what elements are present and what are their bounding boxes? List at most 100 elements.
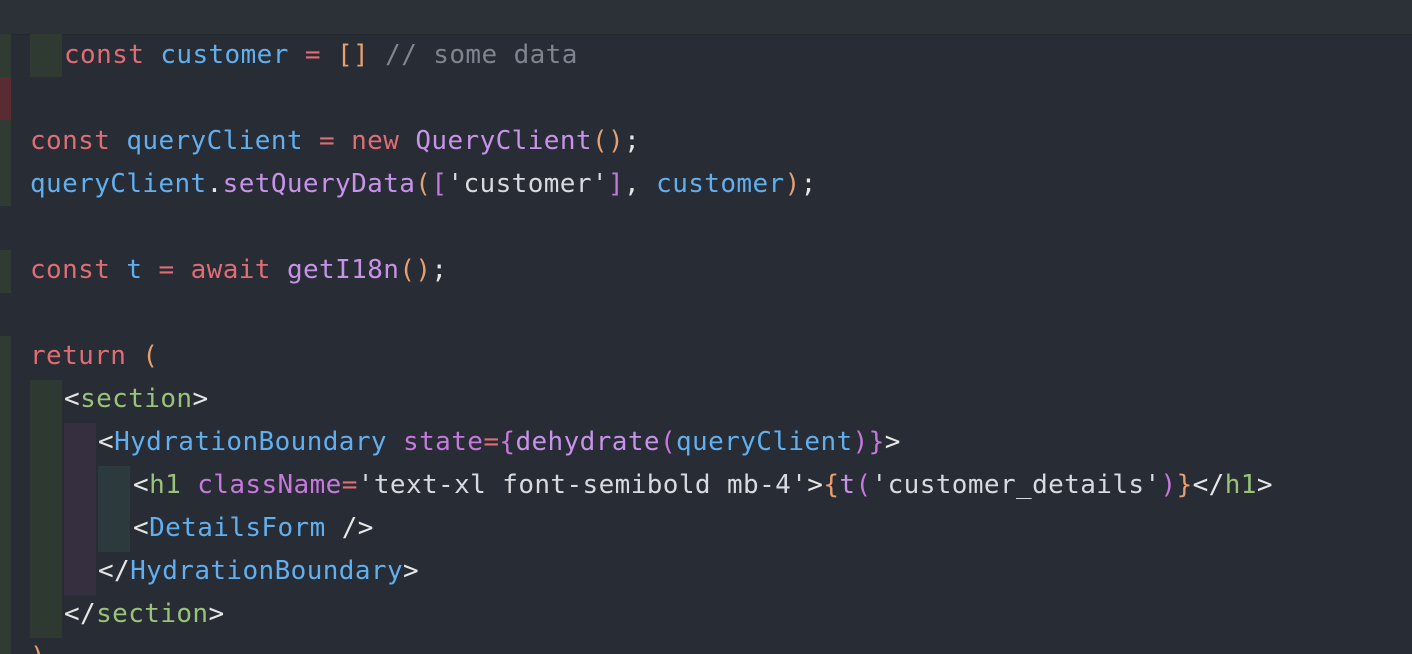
editor-top-bar <box>0 0 1412 35</box>
code-token: [] <box>336 40 370 70</box>
code-token: ; <box>431 255 448 285</box>
code-token: ) <box>852 427 869 457</box>
code-line[interactable]: ) <box>0 636 1412 654</box>
code-token: () <box>591 126 625 156</box>
code-line-text: </section> <box>64 593 225 636</box>
code-token: { <box>499 427 516 457</box>
code-token: = <box>158 255 175 285</box>
code-token: </ <box>1192 470 1225 500</box>
code-line-text: queryClient.setQueryData(['customer'], c… <box>30 163 817 206</box>
code-token: queryClient <box>30 169 207 199</box>
code-token: } <box>868 427 885 457</box>
code-token: const <box>30 126 111 156</box>
code-line[interactable] <box>0 206 1412 249</box>
code-line[interactable]: <DetailsForm /> <box>0 507 1412 550</box>
code-token: const <box>64 40 145 70</box>
code-token: { <box>823 470 840 500</box>
code-line[interactable] <box>0 77 1412 120</box>
code-token: < <box>98 427 115 457</box>
code-token: </ <box>64 599 97 629</box>
code-token: . <box>206 169 223 199</box>
code-editor[interactable]: const customer = [] // some data const qu… <box>0 0 1412 654</box>
code-token: > <box>403 556 420 586</box>
code-line-text: ) <box>30 636 46 654</box>
code-token: = <box>483 427 500 457</box>
code-line-text: <section> <box>64 378 209 421</box>
code-token: const <box>30 255 111 285</box>
code-token: ( <box>415 169 432 199</box>
code-token: ] <box>607 169 625 199</box>
code-token: () <box>399 255 432 285</box>
code-token: className <box>197 470 342 500</box>
code-token: ( <box>855 470 872 500</box>
code-token: getI18n <box>286 255 400 285</box>
code-line[interactable]: <h1 className='text-xl font-semibold mb-… <box>0 464 1412 507</box>
code-token: customer <box>160 40 289 70</box>
code-line-text: </HydrationBoundary> <box>98 550 419 593</box>
code-token: QueryClient <box>415 126 592 156</box>
code-line[interactable]: return ( <box>0 335 1412 378</box>
code-line[interactable]: const queryClient = new QueryClient(); <box>0 120 1412 163</box>
code-token: new <box>351 126 400 156</box>
code-token: 'text-xl font-semibold mb-4' <box>357 470 808 500</box>
code-token: ) <box>1160 470 1177 500</box>
code-line[interactable]: queryClient.setQueryData(['customer'], c… <box>0 163 1412 206</box>
code-token: > <box>192 384 209 414</box>
code-token: ) <box>784 169 801 199</box>
code-line[interactable]: </section> <box>0 593 1412 636</box>
code-line-text: const queryClient = new QueryClient(); <box>30 120 640 163</box>
code-token: t <box>839 470 856 500</box>
code-token: dehydrate <box>515 427 660 457</box>
code-token: = <box>319 126 336 156</box>
code-token: </ <box>98 556 131 586</box>
code-token: , <box>624 169 657 199</box>
code-token: = <box>341 470 358 500</box>
code-line[interactable] <box>0 292 1412 335</box>
code-token: ( <box>659 427 676 457</box>
code-line-text: <DetailsForm /> <box>133 507 374 550</box>
code-token: section <box>96 599 209 629</box>
code-token: queryClient <box>676 427 853 457</box>
code-token: ) <box>30 642 46 654</box>
code-token: await <box>190 255 271 285</box>
code-token: = <box>304 40 321 70</box>
code-token: < <box>133 513 150 543</box>
code-token: ( <box>142 341 159 371</box>
code-token: h1 <box>1224 470 1257 500</box>
code-token: ; <box>800 169 817 199</box>
code-token: section <box>80 384 193 414</box>
code-line[interactable]: </HydrationBoundary> <box>0 550 1412 593</box>
code-token: > <box>884 427 901 457</box>
code-token: /> <box>325 513 374 543</box>
code-line-text: const customer = [] // some data <box>64 34 578 77</box>
code-token: 'customer_details' <box>871 470 1161 500</box>
code-token: h1 <box>149 470 182 500</box>
code-token: DetailsForm <box>149 513 326 543</box>
code-line-text: <HydrationBoundary state={dehydrate(quer… <box>98 421 901 464</box>
code-line-text: <h1 className='text-xl font-semibold mb-… <box>133 464 1273 507</box>
code-line-text: return ( <box>30 335 158 378</box>
code-line[interactable]: <HydrationBoundary state={dehydrate(quer… <box>0 421 1412 464</box>
code-token: // some data <box>385 40 578 70</box>
code-token: 'customer' <box>447 169 608 199</box>
code-token: queryClient <box>126 126 303 156</box>
code-token: state <box>403 427 484 457</box>
code-token: < <box>133 470 150 500</box>
code-line[interactable]: <section> <box>0 378 1412 421</box>
code-line-text: const t = await getI18n(); <box>30 249 447 292</box>
code-token: HydrationBoundary <box>130 556 404 586</box>
code-token: return <box>30 341 127 371</box>
code-token: setQueryData <box>222 169 416 199</box>
code-line[interactable]: const customer = [] // some data <box>0 34 1412 77</box>
code-line[interactable]: const t = await getI18n(); <box>0 249 1412 292</box>
